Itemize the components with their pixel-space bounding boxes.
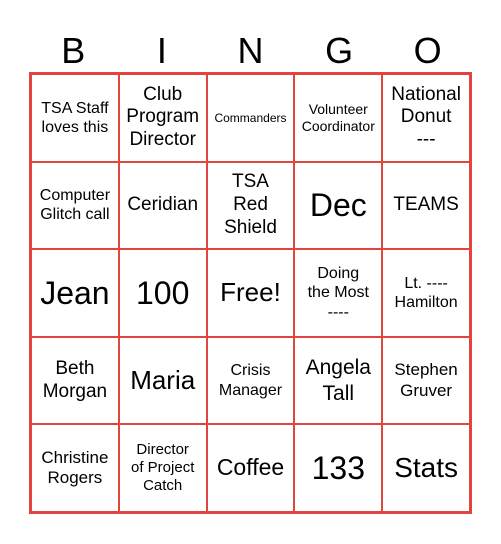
cell-text: 133 <box>311 449 365 486</box>
bingo-cell[interactable]: Stats <box>382 424 470 512</box>
cell-text: Stephen Gruver <box>394 360 458 400</box>
cell-text: Angela Tall <box>305 356 371 405</box>
cell-text: Crisis Manager <box>218 362 283 399</box>
cell-text: Computer Glitch call <box>39 187 111 224</box>
cell-text: Beth Morgan <box>42 357 108 402</box>
cell-text: Coffee <box>216 454 285 481</box>
header-letter-g: G <box>325 30 354 71</box>
bingo-cell[interactable]: Maria <box>118 336 207 425</box>
cell-text: Stats <box>394 452 458 484</box>
cell-text: TEAMS <box>393 193 459 215</box>
bingo-cell[interactable]: Director of Project Catch <box>118 424 207 512</box>
bingo-cell[interactable]: Ceridian <box>118 161 207 250</box>
bingo-cell[interactable]: TSA Red Shield <box>206 161 295 250</box>
header-letter-i: I <box>156 30 167 71</box>
bingo-cell[interactable]: Coffee <box>206 424 295 512</box>
bingo-cell[interactable]: National Donut --- <box>382 74 470 162</box>
header-letter-o: O <box>413 30 442 71</box>
cell-text: Club Program Director <box>126 83 200 151</box>
bingo-cell[interactable]: TEAMS <box>382 161 470 250</box>
header-letter-n: N <box>237 30 264 71</box>
bingo-header: B I N G O <box>29 30 472 72</box>
cell-text: Free! <box>220 277 281 308</box>
bingo-cell[interactable]: TSA Staff loves this <box>31 74 119 162</box>
cell-text: Director of Project Catch <box>131 441 195 495</box>
cell-text: Volunteer Coordinator <box>301 101 375 134</box>
bingo-cell[interactable]: Doing the Most ---- <box>294 249 383 337</box>
header-letter-b: B <box>61 30 86 71</box>
cell-text: Maria <box>130 365 196 395</box>
bingo-cell[interactable]: Dec <box>294 161 383 250</box>
bingo-cell[interactable]: Beth Morgan <box>31 336 119 425</box>
bingo-cell[interactable]: Computer Glitch call <box>31 161 119 250</box>
cell-text: Lt. ---- Hamilton <box>394 274 458 311</box>
bingo-board: TSA Staff loves this Club Program Direct… <box>29 72 472 514</box>
bingo-cell[interactable]: Club Program Director <box>118 74 207 162</box>
cell-text: Ceridian <box>127 193 199 215</box>
bingo-cell[interactable]: Christine Rogers <box>31 424 119 512</box>
cell-text: Jean <box>40 274 110 311</box>
cell-text: Commanders <box>214 110 287 125</box>
bingo-cell[interactable]: Stephen Gruver <box>382 336 470 425</box>
cell-text: TSA Staff loves this <box>41 99 109 136</box>
bingo-cell[interactable]: Angela Tall <box>294 336 383 425</box>
cell-text: TSA Red Shield <box>224 171 277 238</box>
bingo-cell[interactable]: Crisis Manager <box>206 336 295 425</box>
cell-text: Doing the Most ---- <box>307 265 369 321</box>
bingo-cell[interactable]: Lt. ---- Hamilton <box>382 249 470 337</box>
cell-text: Christine Rogers <box>41 447 109 488</box>
bingo-cell[interactable]: Jean <box>31 249 119 337</box>
bingo-cell[interactable]: Commanders <box>206 74 295 162</box>
free-space-cell[interactable]: Free! <box>206 249 295 337</box>
cell-text: National Donut --- <box>391 83 461 151</box>
bingo-cell[interactable]: 100 <box>118 249 207 337</box>
cell-text: Dec <box>309 187 367 224</box>
cell-text: 100 <box>136 274 190 311</box>
bingo-cell[interactable]: Volunteer Coordinator <box>294 74 383 162</box>
bingo-cell[interactable]: 133 <box>294 424 383 512</box>
